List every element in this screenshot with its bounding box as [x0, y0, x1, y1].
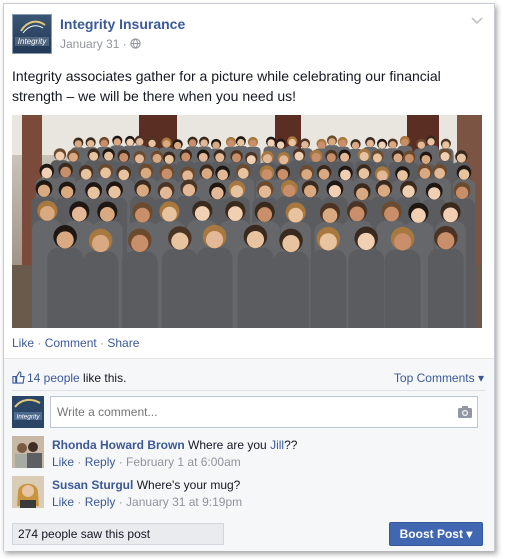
comment-reply-link[interactable]: Reply	[85, 455, 116, 469]
page-avatar[interactable]: Integrity	[12, 14, 52, 54]
globe-icon	[130, 38, 141, 49]
svg-text:Integrity: Integrity	[16, 414, 40, 421]
feedback-section: 14 people like this. Top Comments ▾ Inte…	[4, 358, 494, 551]
page-name-link[interactable]: Integrity Insurance	[60, 16, 185, 32]
like-link[interactable]: Like	[12, 336, 34, 350]
dot: ·	[74, 495, 85, 509]
group-photo	[12, 115, 482, 328]
action-dot: ·	[96, 336, 108, 350]
share-link[interactable]: Share	[107, 336, 139, 350]
comment-text: Where's your mug?	[136, 478, 241, 492]
camera-icon[interactable]	[457, 405, 473, 419]
boost-label: Boost Post	[399, 527, 463, 541]
commenter-avatar[interactable]	[12, 476, 44, 508]
dot: ·	[115, 455, 127, 469]
divider	[12, 390, 486, 391]
post-card: Integrity Integrity Insurance January 31…	[3, 3, 495, 551]
dot: ·	[74, 455, 85, 469]
integrity-logo-icon: Integrity	[12, 396, 44, 428]
comment-like-link[interactable]: Like	[52, 455, 74, 469]
post-date[interactable]: January 31	[60, 37, 119, 51]
logo-swoosh-icon	[20, 20, 46, 34]
chevron-down-icon[interactable]	[470, 16, 484, 26]
post-text: Integrity associates gather for a pictur…	[12, 68, 441, 104]
post-actions: Like · Comment · Share	[12, 336, 139, 350]
top-comments-label: Top Comments	[393, 371, 475, 385]
comment-time[interactable]: February 1 at 6:00am	[126, 455, 241, 469]
caret-down-icon: ▾	[477, 371, 484, 385]
composer-avatar: Integrity	[12, 396, 44, 428]
comment-text-end: ??	[284, 438, 298, 452]
likes-summary: 14 people like this.	[12, 371, 126, 385]
likes-count-link[interactable]: 14 people	[27, 371, 80, 385]
comment-reply-link[interactable]: Reply	[85, 495, 116, 509]
avatar-photo	[12, 436, 44, 468]
dot: ·	[115, 495, 127, 509]
thumbs-up-icon	[12, 371, 25, 384]
avatar-photo	[12, 476, 44, 508]
likes-suffix: like this.	[79, 371, 127, 385]
post-reach: 274 people saw this post	[12, 523, 224, 545]
meta-separator: ·	[119, 37, 131, 51]
comment-body: Susan Sturgul Where's your mug? Like · R…	[52, 477, 472, 511]
post-meta: January 31 ·	[60, 37, 141, 51]
comment-input[interactable]	[50, 396, 478, 428]
comment-link[interactable]: Comment	[45, 336, 97, 350]
comment-author-link[interactable]: Susan Sturgul	[52, 478, 133, 492]
comment-body: Rhonda Howard Brown Where are you Jill??…	[52, 437, 472, 471]
logo-text: Integrity	[15, 37, 49, 46]
post-photo[interactable]	[12, 115, 482, 328]
comment-author-link[interactable]: Rhonda Howard Brown	[52, 438, 185, 452]
post-header: Integrity Integrity Insurance January 31…	[12, 14, 486, 58]
mention-link[interactable]: Jill	[270, 438, 284, 452]
caret-down-icon: ▾	[466, 527, 473, 541]
boost-post-button[interactable]: Boost Post ▾	[389, 522, 483, 546]
comment-time[interactable]: January 31 at 9:19pm	[126, 495, 242, 509]
comment-like-link[interactable]: Like	[52, 495, 74, 509]
commenter-avatar[interactable]	[12, 436, 44, 468]
action-dot: ·	[34, 336, 45, 350]
comment-text: Where are you	[188, 438, 271, 452]
top-comments-dropdown[interactable]: Top Comments ▾	[394, 371, 484, 385]
